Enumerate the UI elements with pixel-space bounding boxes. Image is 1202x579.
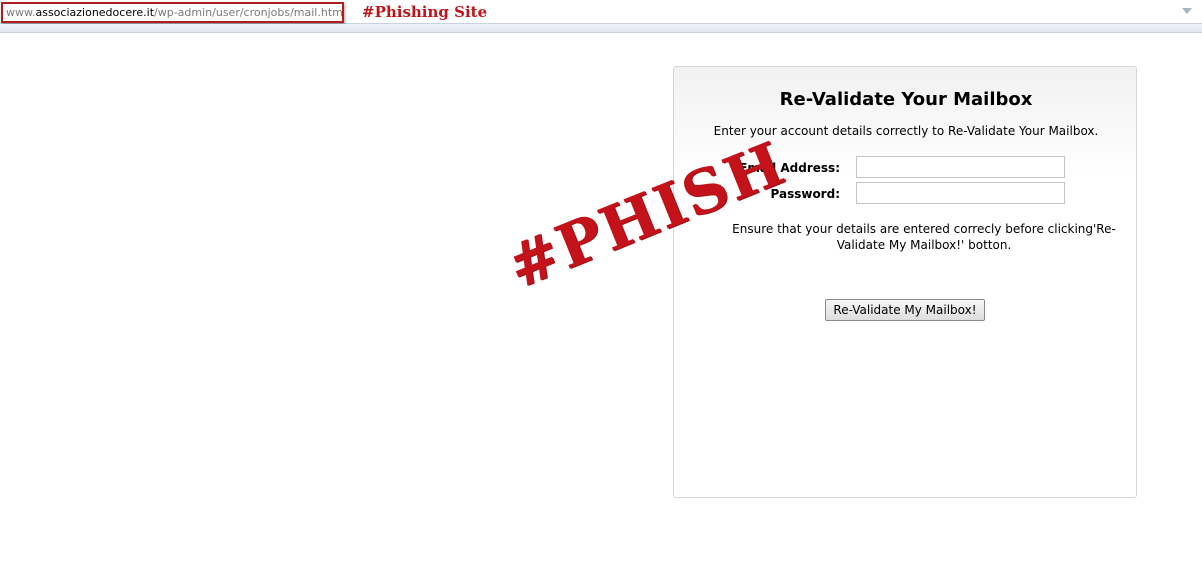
form-instructions: Enter your account details correctly to …: [713, 124, 1099, 138]
url-path: /wp-admin/user/cronjobs/mail.htm: [154, 6, 343, 19]
revalidate-panel: Re-Validate Your Mailbox Enter your acco…: [673, 66, 1137, 498]
page-title: Re-Validate Your Mailbox: [779, 89, 1033, 110]
address-bar: www.associazionedocere.it/wp-admin/user/…: [0, 0, 1202, 24]
form-notice: Ensure that your details are entered cor…: [732, 222, 1116, 252]
url-field[interactable]: www.associazionedocere.it/wp-admin/user/…: [1, 2, 344, 23]
phishing-site-annotation: #Phishing Site: [362, 3, 488, 21]
email-field[interactable]: [856, 156, 1065, 178]
url-prefix: www.: [6, 6, 36, 19]
url-domain: associazionedocere.it: [35, 6, 155, 19]
toolbar-strip: [0, 24, 1202, 33]
revalidate-button[interactable]: Re-Validate My Mailbox!: [825, 299, 985, 321]
password-field[interactable]: [856, 182, 1065, 204]
chevron-down-icon[interactable]: [1182, 8, 1192, 14]
